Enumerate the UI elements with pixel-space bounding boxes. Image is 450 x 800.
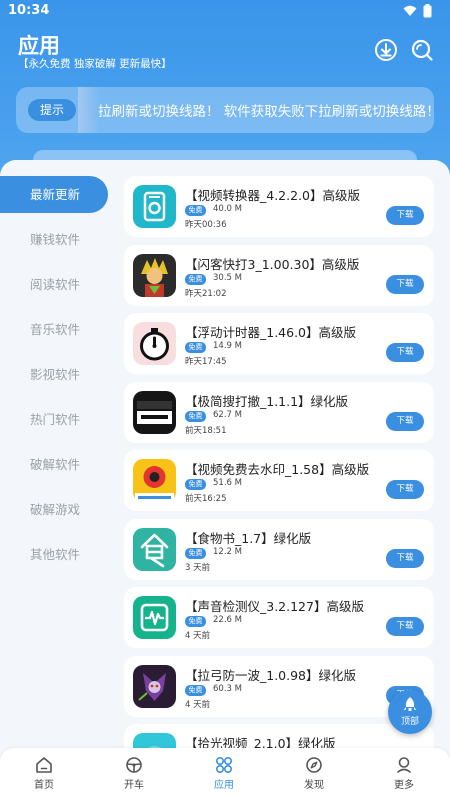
sound-meter-icon bbox=[133, 596, 176, 639]
tab-home[interactable]: 首页 bbox=[14, 756, 74, 791]
app-size: 30.5 M bbox=[213, 273, 242, 283]
app-size: 40.0 M bbox=[213, 204, 242, 214]
list-item[interactable]: 【浮动计时器_1.46.0】高级版 免费 14.9 M 昨天17:45 下载 bbox=[124, 313, 434, 374]
app-name: 【浮动计时器_1.46.0】高级版 bbox=[185, 325, 357, 340]
app-name: 【视频转换器_4.2.2.0】高级版 bbox=[185, 188, 360, 203]
home-icon bbox=[36, 757, 52, 773]
notice-tag: 提示 bbox=[28, 99, 76, 121]
list-item[interactable]: 【视频免费去水印_1.58】高级版 免费 51.6 M 前天16:25 下载 bbox=[124, 450, 434, 511]
app-date: 4 天前 bbox=[185, 631, 211, 641]
sidebar-item-cracked-games[interactable]: 破解游戏 bbox=[0, 491, 112, 536]
download-icon bbox=[375, 39, 397, 61]
notice-banner: 拉刷新或切换线路！ 软件获取失败下拉刷新或切换线路！ 软 提示 bbox=[16, 87, 434, 133]
apps-icon bbox=[215, 756, 233, 774]
tab-more[interactable]: 更多 bbox=[374, 756, 434, 791]
tab-label: 首页 bbox=[34, 780, 54, 791]
download-manager-button[interactable] bbox=[374, 38, 398, 62]
sidebar-item-other[interactable]: 其他软件 bbox=[0, 536, 112, 581]
app-date: 3 天前 bbox=[185, 563, 211, 573]
app-name: 【视频免费去水印_1.58】高级版 bbox=[185, 462, 370, 477]
app-size: 60.3 M bbox=[213, 684, 242, 694]
list-item[interactable]: 【声音检测仪_3.2.127】高级版 免费 22.6 M 4 天前 下载 bbox=[124, 587, 434, 648]
bottom-tab-bar: 首页 开车 应用 发现 更多 bbox=[0, 748, 450, 800]
category-sidebar: 最新更新 赚钱软件 阅读软件 音乐软件 影视软件 热门软件 破解软件 破解游戏 … bbox=[0, 176, 112, 581]
app-name: 【极简搜打撤_1.1.1】绿化版 bbox=[185, 394, 349, 409]
download-button[interactable]: 下载 bbox=[386, 343, 424, 362]
status-bar: 10:34 bbox=[0, 0, 450, 22]
status-icons bbox=[403, 4, 432, 18]
app-name: 【声音检测仪_3.2.127】高级版 bbox=[185, 599, 364, 614]
sidebar-item-reading[interactable]: 阅读软件 bbox=[0, 266, 112, 311]
free-badge: 免费 bbox=[185, 685, 206, 696]
steering-icon bbox=[126, 757, 142, 773]
notice-text: 拉刷新或切换线路！ 软件获取失败下拉刷新或切换线路！ 软 bbox=[98, 104, 434, 120]
tab-drive[interactable]: 开车 bbox=[104, 756, 164, 791]
back-to-top-label: 顶部 bbox=[400, 717, 419, 727]
tab-discover[interactable]: 发现 bbox=[284, 756, 344, 791]
app-size: 12.2 M bbox=[213, 547, 242, 557]
free-badge: 免费 bbox=[185, 479, 206, 490]
food-book-icon bbox=[133, 528, 176, 571]
free-badge: 免费 bbox=[185, 616, 206, 627]
app-name: 【闪客快打3_1.00.30】高级版 bbox=[185, 257, 360, 272]
tab-label: 发现 bbox=[304, 780, 324, 791]
app-date: 前天18:51 bbox=[185, 426, 227, 436]
sidebar-item-video[interactable]: 影视软件 bbox=[0, 356, 112, 401]
download-button[interactable]: 下载 bbox=[386, 206, 424, 225]
list-item[interactable]: 【视频转换器_4.2.2.0】高级版 免费 40.0 M 昨天00:36 下载 bbox=[124, 176, 434, 237]
download-button[interactable]: 下载 bbox=[386, 275, 424, 294]
wifi-icon bbox=[403, 5, 417, 16]
free-badge: 免费 bbox=[185, 411, 206, 422]
app-name: 【拉弓防一波_1.0.98】绿化版 bbox=[185, 668, 357, 683]
app-size: 22.6 M bbox=[213, 615, 242, 625]
search-button[interactable] bbox=[410, 38, 434, 62]
free-badge: 免费 bbox=[185, 548, 206, 559]
free-badge: 免费 bbox=[185, 342, 206, 353]
tab-label: 应用 bbox=[214, 780, 234, 791]
video-converter-icon bbox=[133, 185, 176, 228]
app-name: 【食物书_1.7】绿化版 bbox=[185, 531, 312, 546]
download-button[interactable]: 下载 bbox=[386, 549, 424, 568]
sidebar-item-music[interactable]: 音乐软件 bbox=[0, 311, 112, 356]
free-badge: 免费 bbox=[185, 274, 206, 285]
archer-game-icon bbox=[133, 665, 176, 708]
more-icon bbox=[397, 757, 411, 773]
free-badge: 免费 bbox=[185, 205, 206, 216]
battery-icon bbox=[423, 4, 432, 18]
sidebar-item-earn[interactable]: 赚钱软件 bbox=[0, 221, 112, 266]
tab-label: 更多 bbox=[394, 780, 414, 791]
sidebar-item-hot[interactable]: 热门软件 bbox=[0, 401, 112, 446]
tab-label: 开车 bbox=[124, 780, 144, 791]
watermark-remover-icon bbox=[133, 459, 176, 502]
search-icon bbox=[411, 39, 433, 61]
app-date: 昨天17:45 bbox=[185, 357, 227, 367]
app-size: 14.9 M bbox=[213, 341, 242, 351]
game-logo-icon bbox=[133, 391, 176, 434]
app-date: 昨天00:36 bbox=[185, 220, 227, 230]
app-size: 51.6 M bbox=[213, 478, 242, 488]
sidebar-item-cracked-software[interactable]: 破解软件 bbox=[0, 446, 112, 491]
app-date: 4 天前 bbox=[185, 700, 211, 710]
tab-apps[interactable]: 应用 bbox=[194, 756, 254, 791]
compass-icon bbox=[306, 757, 322, 773]
sidebar-item-latest[interactable]: 最新更新 bbox=[0, 176, 108, 213]
status-time: 10:34 bbox=[8, 3, 50, 18]
download-button[interactable]: 下载 bbox=[386, 617, 424, 636]
page-subtitle: 【永久免费 独家破解 更新最快】 bbox=[18, 58, 172, 70]
list-item[interactable]: 【食物书_1.7】绿化版 免费 12.2 M 3 天前 下载 bbox=[124, 519, 434, 580]
stopwatch-icon bbox=[133, 322, 176, 365]
app-date: 昨天21:02 bbox=[185, 289, 227, 299]
download-button[interactable]: 下载 bbox=[386, 412, 424, 431]
list-item[interactable]: 【极简搜打撤_1.1.1】绿化版 免费 62.7 M 前天18:51 下载 bbox=[124, 382, 434, 443]
rocket-icon bbox=[403, 697, 417, 711]
list-item[interactable]: 【闪客快打3_1.00.30】高级版 免费 30.5 M 昨天21:02 下载 bbox=[124, 245, 434, 306]
game-character-icon bbox=[133, 254, 176, 297]
download-button[interactable]: 下载 bbox=[386, 480, 424, 499]
back-to-top-button[interactable]: 顶部 bbox=[388, 690, 432, 734]
app-date: 前天16:25 bbox=[185, 494, 227, 504]
app-size: 62.7 M bbox=[213, 410, 242, 420]
